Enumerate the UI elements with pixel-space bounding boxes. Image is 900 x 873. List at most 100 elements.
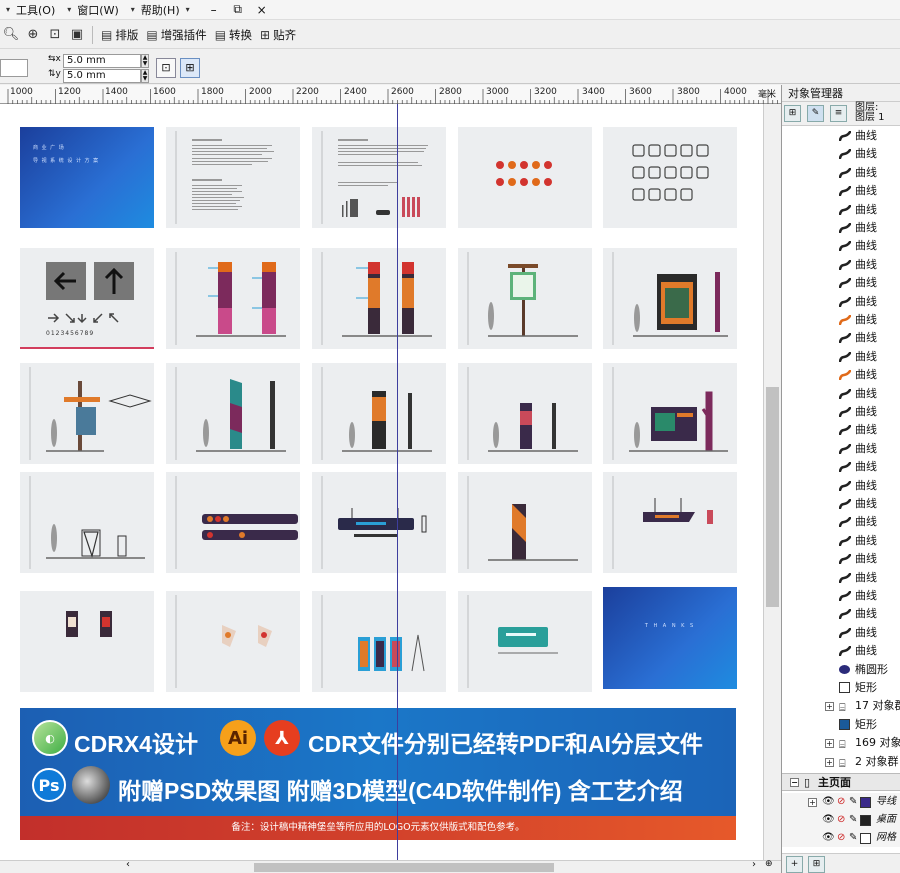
object-row-curve[interactable]: 曲线 [782,403,900,421]
object-row-curve[interactable]: 曲线 [782,495,900,513]
master-page-row[interactable]: − ▯ 主页面 [782,773,900,791]
zoom-icon[interactable]: 🔍︎ [0,24,22,46]
object-row-curve[interactable]: 曲线 [782,219,900,237]
expand-icon[interactable]: + [808,798,817,807]
snap-mode-icon[interactable]: ⊞ [180,58,200,78]
object-row-curve[interactable]: 曲线 [782,311,900,329]
lock-icon[interactable]: ✎ [849,793,857,811]
object-row-curve[interactable]: 曲线 [782,182,900,200]
print-icon[interactable]: ⊘ [837,811,845,829]
page-thumb-totem-1[interactable] [166,248,300,349]
object-row-rectangle[interactable]: 矩形 [782,679,900,697]
snap-button[interactable]: ⊞ 贴齐 [256,24,300,46]
page-thumb-floor-signs[interactable] [312,591,446,692]
layout-button[interactable]: ▤ 排版 [97,24,142,46]
page-thumb-panel-sign[interactable] [458,591,592,692]
object-row-curve[interactable]: 曲线 [782,164,900,182]
y-offset-input[interactable]: 5.0 mm [63,69,141,83]
object-row-rectangle-blue[interactable]: 矩形 [782,716,900,734]
object-row-curve[interactable]: 曲线 [782,127,900,145]
convert-button[interactable]: ▤ 转换 [211,24,256,46]
vertical-scrollbar[interactable] [763,104,781,860]
page-thumb-text-2[interactable] [312,127,446,228]
x-offset-spinner[interactable]: ▲ ▼ [141,54,149,68]
menu-tools[interactable]: ▾ 工具(O) [0,0,61,20]
zoom-page-icon[interactable]: ▣ [66,24,88,46]
lock-icon[interactable]: ✎ [849,811,857,829]
page-thumb-pendant[interactable] [20,591,154,692]
page-thumb-arrows[interactable]: 0123456789 [20,248,154,349]
object-row-curve[interactable]: 曲线 [782,605,900,623]
expand-icon[interactable]: + [825,757,834,767]
master-layer-row[interactable]: + 👁︎ ⊘ ✎ 导线 [782,793,900,812]
page-thumb-totem-2[interactable] [312,248,446,349]
page-thumb-tree-sign[interactable] [603,363,737,464]
object-row-curve[interactable]: 曲线 [782,477,900,495]
eye-icon[interactable]: 👁︎ [822,811,835,829]
page-thumb-slim-totem[interactable] [312,363,446,464]
collapse-icon[interactable]: − [790,778,799,787]
object-row-curve[interactable]: 曲线 [782,329,900,347]
page-thumb-wall-bracket[interactable] [603,472,737,573]
close-button[interactable]: × [250,3,274,17]
object-row-curve[interactable]: 曲线 [782,569,900,587]
page-thumb-wedge-totem[interactable] [166,363,300,464]
object-row-curve[interactable]: 曲线 [782,550,900,568]
object-row-curve[interactable]: 曲线 [782,348,900,366]
page-thumb-thanks[interactable]: T H A N K S [603,587,737,689]
page-thumb-icons-color[interactable] [458,127,592,228]
show-properties-icon[interactable]: ⊞ [784,105,801,122]
menu-help[interactable]: ▾ 帮助(H) ▾ [125,0,202,20]
object-row-curve[interactable]: 曲线 [782,293,900,311]
print-icon[interactable]: ⊘ [837,829,845,847]
object-row-curve[interactable]: 曲线 [782,421,900,439]
page-thumb-hanging-sign[interactable] [166,472,300,573]
edit-across-layers-icon[interactable]: ✎ [807,105,824,122]
eye-icon[interactable]: 👁︎ [822,793,835,811]
page-thumb-wall-sign[interactable] [458,472,592,573]
scroll-left-arrow-icon[interactable]: ‹ [126,859,130,870]
x-offset-input[interactable]: 5.0 mm [63,54,141,68]
object-row-curve[interactable]: 曲线 [782,385,900,403]
vertical-guideline[interactable] [397,104,398,860]
object-row-curve[interactable]: 曲线 [782,366,900,384]
page-thumb-column-sign[interactable] [458,363,592,464]
object-row-curve[interactable]: 曲线 [782,237,900,255]
menu-window[interactable]: ▾ 窗口(W) [61,0,124,20]
size-field[interactable] [0,59,28,77]
zoom-in-icon[interactable]: ⊕ [22,24,44,46]
object-row-curve[interactable]: 曲线 [782,201,900,219]
object-row-curve[interactable]: 曲线 [782,274,900,292]
zoom-selected-icon[interactable]: ⊡ [44,24,66,46]
master-layer-row[interactable]: 👁︎ ⊘ ✎ 桌面 [782,811,900,830]
page-thumb-ceiling-sign[interactable] [312,472,446,573]
page-thumb-icons-gray[interactable] [603,127,737,228]
object-row-group-2[interactable]: + ⌸ 2 对象群 [782,753,900,771]
print-icon[interactable]: ⊘ [837,793,845,811]
object-row-curve[interactable]: 曲线 [782,642,900,660]
expand-icon[interactable]: + [825,739,834,749]
eye-icon[interactable]: 👁︎ [822,829,835,847]
object-row-curve[interactable]: 曲线 [782,532,900,550]
page-thumb-board[interactable] [603,248,737,349]
object-row-curve[interactable]: 曲线 [782,256,900,274]
page-thumb-blade-sign[interactable] [166,591,300,692]
object-row-curve[interactable]: 曲线 [782,624,900,642]
horizontal-scroll-thumb[interactable] [254,863,554,872]
master-layer-row[interactable]: 👁︎ ⊘ ✎ 网格 [782,829,900,848]
object-row-curve[interactable]: 曲线 [782,145,900,163]
align-icon[interactable]: ⊡ [156,58,176,78]
plugin-button[interactable]: ▤ 增强插件 [142,24,210,46]
horizontal-ruler[interactable]: 1000 1200 1400 1600 1800 2000 2200 2400 … [0,85,781,104]
object-row-group-169[interactable]: + ⌸ 169 对象 [782,734,900,752]
page-thumb-direction-post[interactable] [20,363,154,464]
restore-button[interactable]: ⧉ [226,2,250,17]
vertical-scroll-thumb[interactable] [766,387,779,607]
object-row-curve[interactable]: 曲线 [782,513,900,531]
lock-icon[interactable]: ✎ [849,829,857,847]
scroll-right-arrow-icon[interactable]: › [752,859,756,870]
object-row-curve[interactable]: 曲线 [782,440,900,458]
drawing-canvas[interactable]: 商 业 广 场 导 视 系 统 设 计 方 案 0123456789 T H A… [0,104,763,860]
page-thumb-barrier[interactable] [20,472,154,573]
new-layer-icon[interactable]: + [786,856,803,873]
